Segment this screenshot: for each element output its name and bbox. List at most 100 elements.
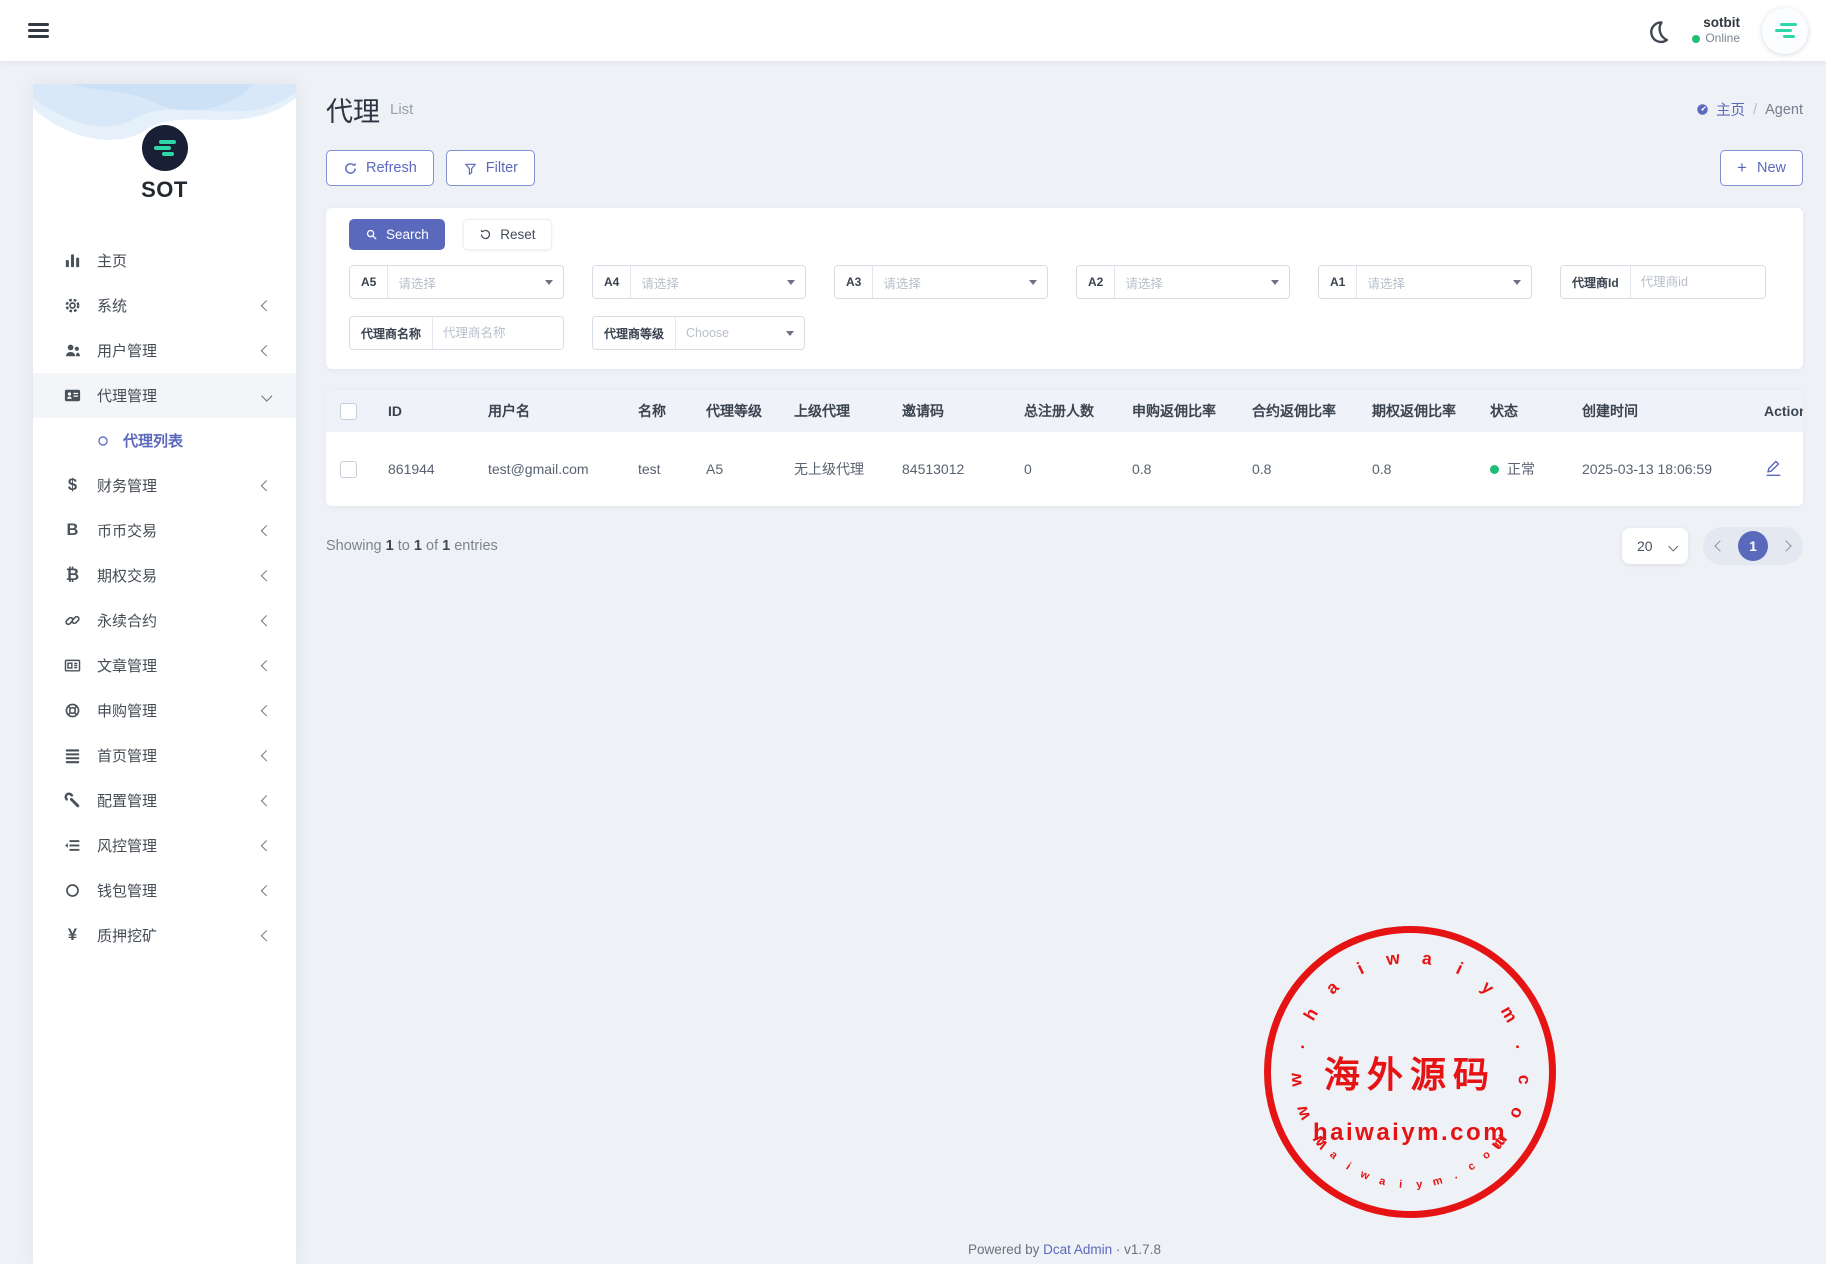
caret-down-icon (1271, 280, 1279, 285)
user-name: sotbit (1692, 15, 1740, 32)
breadcrumb-home-link[interactable]: 主页 (1695, 99, 1745, 120)
id-card-icon (63, 386, 82, 405)
sidebar-item-homepage[interactable]: 首页管理 (33, 733, 296, 778)
letter-b-icon: B (63, 521, 82, 540)
cell-subscribe-rate: 0.8 (1114, 432, 1234, 506)
table-summary: Showing 1 to 1 of 1 entries (326, 538, 498, 554)
sidebar-item-finance[interactable]: $ 财务管理 (33, 463, 296, 508)
sidebar-item-staking[interactable]: ¥ 质押挖矿 (33, 913, 296, 958)
hamburger-menu-icon[interactable] (28, 23, 49, 38)
online-status-label: Online (1705, 31, 1740, 46)
column-header-username: 用户名 (470, 390, 620, 432)
agents-table-card: ID 用户名 名称 代理等级 上级代理 邀请码 总注册人数 申购返佣比率 合约返… (326, 390, 1803, 506)
page-subtitle: List (390, 101, 413, 118)
agent-id-input[interactable] (1631, 266, 1765, 298)
life-ring-icon (63, 701, 82, 720)
agent-name-input[interactable] (433, 317, 563, 349)
chevron-down-icon (1668, 541, 1677, 550)
filter-button[interactable]: Filter (446, 150, 535, 186)
refresh-button[interactable]: Refresh (326, 150, 434, 186)
circle-icon (96, 434, 110, 448)
dashboard-icon (1695, 102, 1710, 117)
breadcrumb-current: Agent (1765, 102, 1803, 118)
previous-page-arrow[interactable] (1714, 540, 1725, 551)
cell-agent-level: A5 (688, 432, 776, 506)
filter-select-a4[interactable]: A4 请选择 (592, 265, 806, 299)
select-all-checkbox[interactable] (340, 403, 357, 420)
cell-total-registered: 0 (1006, 432, 1114, 506)
filter-agent-name-group: 代理商名称 (349, 316, 564, 350)
sidebar-item-spot-trade[interactable]: B 币币交易 (33, 508, 296, 553)
sidebar-item-option-trade[interactable]: ₿ 期权交易 (33, 553, 296, 598)
sidebar-item-perpetual[interactable]: 永续合约 (33, 598, 296, 643)
undo-icon (479, 228, 492, 241)
column-header-invite-code: 邀请码 (884, 390, 1006, 432)
user-block[interactable]: sotbit Online (1692, 15, 1740, 47)
plus-icon: + (1737, 158, 1747, 178)
chevron-left-icon (261, 345, 272, 356)
filter-select-a1[interactable]: A1 请选择 (1318, 265, 1532, 299)
cell-username: test@gmail.com (470, 432, 620, 506)
cell-contract-rate: 0.8 (1234, 432, 1354, 506)
breadcrumb-separator: / (1753, 102, 1757, 118)
sidebar-item-agent-list[interactable]: 代理列表 (33, 418, 296, 463)
filter-select-a2[interactable]: A2 请选择 (1076, 265, 1290, 299)
caret-down-icon (1513, 280, 1521, 285)
chevron-left-icon (261, 795, 272, 806)
page-title: 代理 (326, 90, 380, 129)
top-bar: sotbit Online (0, 0, 1826, 61)
dcat-admin-link[interactable]: Dcat Admin (1043, 1242, 1112, 1257)
sidebar-item-risk-control[interactable]: 风控管理 (33, 823, 296, 868)
filter-agent-level-select[interactable]: 代理商等级 Choose (592, 316, 805, 350)
column-header-total-registered: 总注册人数 (1006, 390, 1114, 432)
next-page-arrow[interactable] (1780, 540, 1791, 551)
footer: Powered by Dcat Admin · v1.7.8 (326, 1242, 1803, 1257)
page-number-button[interactable]: 1 (1738, 531, 1768, 561)
online-status-dot (1692, 35, 1700, 43)
yen-icon: ¥ (63, 926, 82, 945)
sidebar-item-system[interactable]: 系统 (33, 283, 296, 328)
sidebar-item-user-management[interactable]: 用户管理 (33, 328, 296, 373)
caret-down-icon (786, 331, 794, 336)
avatar[interactable] (1762, 8, 1808, 54)
column-header-status: 状态 (1472, 390, 1564, 432)
per-page-select[interactable]: 20 (1622, 528, 1688, 564)
newspaper-icon (63, 656, 82, 675)
reset-button[interactable]: Reset (463, 219, 551, 250)
column-header-created-at: 创建时间 (1564, 390, 1764, 432)
bitcoin-icon: ₿ (63, 566, 82, 585)
status-dot (1490, 465, 1499, 474)
chevron-left-icon (261, 570, 272, 581)
new-button[interactable]: + New (1720, 150, 1803, 186)
sidebar-item-config[interactable]: 配置管理 (33, 778, 296, 823)
column-header-agent-level: 代理等级 (688, 390, 776, 432)
column-header-parent-agent: 上级代理 (776, 390, 884, 432)
caret-down-icon (1029, 280, 1037, 285)
sidebar-item-subscription[interactable]: 申购管理 (33, 688, 296, 733)
dark-mode-moon-icon[interactable] (1644, 18, 1670, 44)
filter-select-a3[interactable]: A3 请选择 (834, 265, 1048, 299)
chevron-left-icon (261, 660, 272, 671)
filter-select-a5[interactable]: A5 请选择 (349, 265, 564, 299)
circle-icon (63, 881, 82, 900)
chevron-left-icon (261, 930, 272, 941)
edit-pencil-icon[interactable] (1764, 458, 1783, 477)
sidebar-menu: 主页 系统 用户管理 代理管理 代理列表 $ 财务管理 B 币币交易 (33, 214, 296, 958)
filter-agent-id-group: 代理商Id (1560, 265, 1766, 299)
sidebar-item-articles[interactable]: 文章管理 (33, 643, 296, 688)
chevron-left-icon (261, 615, 272, 626)
sidebar-item-home[interactable]: 主页 (33, 238, 296, 283)
table-header-row: ID 用户名 名称 代理等级 上级代理 邀请码 总注册人数 申购返佣比率 合约返… (326, 390, 1803, 432)
sidebar-item-wallet[interactable]: 钱包管理 (33, 868, 296, 913)
chevron-left-icon (261, 840, 272, 851)
column-header-name: 名称 (620, 390, 688, 432)
column-header-contract-rate: 合约返佣比率 (1234, 390, 1354, 432)
logo-icon (142, 125, 188, 171)
dollar-icon: $ (63, 476, 82, 495)
chevron-left-icon (261, 525, 272, 536)
row-checkbox[interactable] (340, 461, 357, 478)
chevron-left-icon (261, 885, 272, 896)
sidebar-item-agent-management[interactable]: 代理管理 (33, 373, 296, 418)
search-button[interactable]: Search (349, 219, 445, 250)
cell-invite-code: 84513012 (884, 432, 1006, 506)
